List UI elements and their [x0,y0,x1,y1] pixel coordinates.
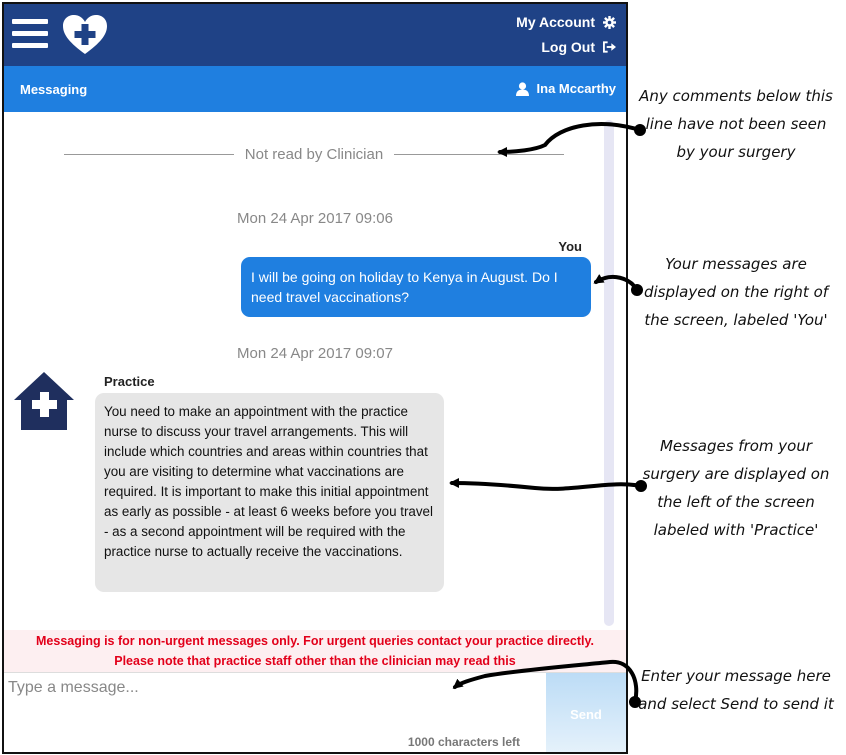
log-out-label: Log Out [541,39,595,55]
user-icon [515,81,529,96]
current-user: Ina Mccarthy [515,81,616,96]
user-name: Ina Mccarthy [536,81,616,96]
message-thread: Not read by Clinician Mon 24 Apr 2017 09… [4,112,626,630]
characters-left-counter: 1000 characters left [407,735,520,749]
annotation-compose: Enter your message here and select Send … [638,667,834,713]
annotation-unread: Any comments below this line have not be… [639,87,833,161]
urgent-warning-banner: Messaging is for non-urgent messages onl… [4,630,626,672]
page-title: Messaging [20,82,88,97]
annotation-practice: Messages from your surgery are displayed… [642,437,830,539]
unread-divider: Not read by Clinician [64,142,564,166]
log-out-link[interactable]: Log Out [541,39,616,55]
heart-cross-logo[interactable] [62,14,108,56]
tutorial-canvas: My Account Log Out Messaging Ina Mccarth… [0,0,846,755]
my-account-label: My Account [516,14,595,30]
scrollbar[interactable] [604,120,614,626]
send-button[interactable]: Send [546,673,626,752]
messaging-subheader: Messaging Ina Mccarthy [4,66,626,112]
annotation-yours: Your messages are displayed on the right… [643,255,829,329]
top-bar: My Account Log Out [4,4,626,66]
my-message-bubble: I will be going on holiday to Kenya in A… [241,257,591,317]
house-cross-icon [14,372,74,430]
sender-label-practice: Practice [104,374,155,389]
practice-message-bubble: You need to make an appointment with the… [95,393,444,592]
my-account-link[interactable]: My Account [516,14,616,30]
warning-line-1: Messaging is for non-urgent messages onl… [36,634,594,648]
date-separator: Mon 24 Apr 2017 09:07 [237,345,393,362]
messaging-app: My Account Log Out Messaging Ina Mccarth… [2,2,628,754]
logout-icon [603,41,616,53]
message-composer: 1000 characters left Send [4,672,626,752]
date-separator: Mon 24 Apr 2017 09:06 [237,210,393,227]
hamburger-menu-icon[interactable] [12,19,48,51]
sender-label-you: You [558,239,582,254]
warning-line-2: Please note that practice staff other th… [114,654,516,668]
gear-icon [603,15,616,29]
unread-divider-label: Not read by Clinician [244,146,384,163]
